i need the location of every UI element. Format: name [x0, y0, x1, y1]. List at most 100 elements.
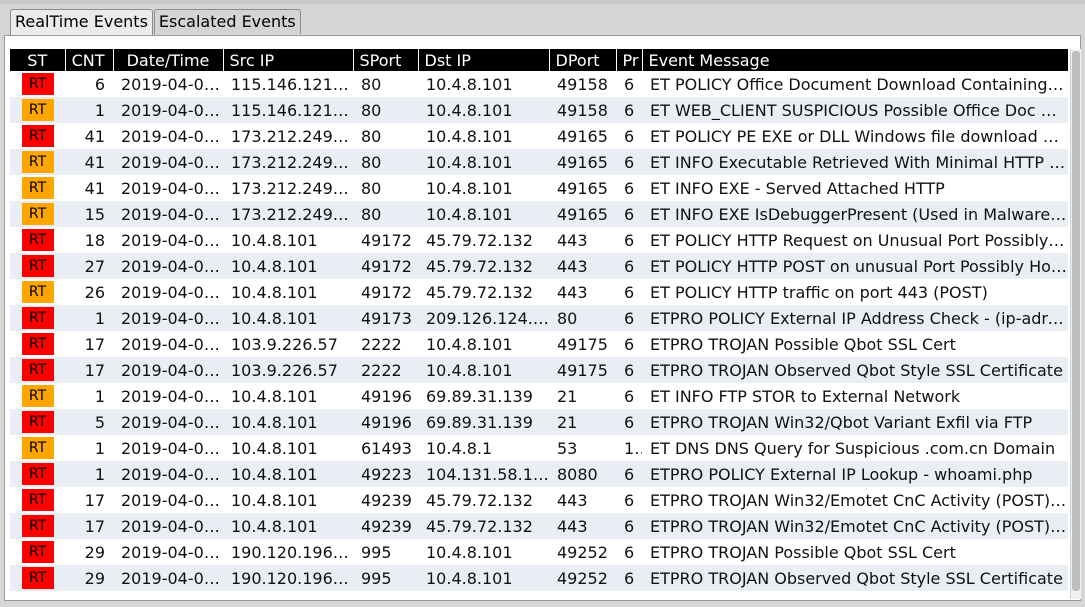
column-header-pr[interactable]: Pr — [616, 49, 643, 71]
row-dport: 80 — [549, 305, 616, 331]
table-row[interactable]: RT 15 2019-04-08... 173.212.249.44 80 10.4.8.… — [10, 201, 1068, 227]
row-src-ip: 10.4.8.101 — [231, 230, 318, 250]
column-header-src-ip[interactable]: Src IP — [223, 49, 354, 71]
tab-escalated-events[interactable]: Escalated Events — [153, 9, 301, 34]
table-row[interactable]: RT 12019-04-08...115.146.121.1748010.4.8.… — [10, 97, 1068, 123]
table-row[interactable]: RT 26 2019-04-08... 10.4.8.101 49172 45.79.72… — [10, 279, 1068, 305]
status-badge: RT — [21, 307, 54, 329]
row-datetime: 2019-04-08... — [121, 126, 223, 146]
table-row[interactable]: RT 17 2019-04-08... 10.4.8.101 49239 45.79.72… — [10, 513, 1068, 539]
table-row[interactable]: RT 18 2019-04-08... 10.4.8.101 49172 45.79.72… — [10, 227, 1068, 253]
row-src-ip: 10.4.8.101 — [231, 438, 318, 458]
row-count: 6 — [94, 74, 105, 94]
row-dst-ip: 10.4.8.101 — [426, 74, 513, 94]
row-datetime: 2019-04-08... — [121, 230, 223, 250]
row-event-message: ET POLICY HTTP traffic on port 443 (POST… — [650, 282, 988, 302]
row-count: 41 — [65, 149, 113, 175]
row-protocol: 6 — [624, 230, 635, 250]
column-header-event-message[interactable]: Event Message — [642, 49, 1068, 71]
table-row[interactable]: RT 41 2019-04-08... 173.212.249.44 80 10.4.8.… — [10, 149, 1068, 175]
row-sport: 49173 — [353, 305, 418, 331]
row-protocol: 6 — [624, 282, 635, 302]
row-src-ip: 173.212.249.44 — [223, 201, 353, 227]
table-row[interactable]: RT 1 2019-04-08... 10.4.8.101 49223 104.131.5… — [10, 461, 1068, 487]
row-sport: 80 — [353, 149, 418, 175]
row-dport: 443 — [549, 513, 616, 539]
table-row[interactable]: RT 1 2019-04-08... 10.4.8.101 49196 69.89.31.… — [10, 383, 1068, 409]
row-protocol: 6 — [616, 461, 642, 487]
row-dport: 49158 — [557, 74, 608, 94]
row-event-message: ETPRO TROJAN Win32/Qbot Variant Exfil vi… — [642, 409, 1068, 435]
table-row[interactable]: RT 27 2019-04-08... 10.4.8.101 49172 45.79.72… — [10, 253, 1068, 279]
row-src-ip: 173.212.249.44 — [223, 149, 353, 175]
row-event-message: ET DNS DNS Query for Suspicious .com.cn … — [650, 438, 1056, 458]
row-count: 41 — [84, 126, 105, 146]
row-sport: 2222 — [353, 357, 418, 383]
table-row[interactable]: RT 1 2019-04-08... 10.4.8.101 61493 10.4.8.1 5… — [10, 435, 1068, 461]
column-header-dst-ip[interactable]: Dst IP — [418, 49, 550, 71]
status-badge: RT — [21, 151, 54, 173]
column-header-st[interactable]: ST — [10, 49, 66, 71]
row-status-cell: RT — [10, 305, 65, 331]
events-pane: ST CNT Date/Time Src IP SPort Dst IP DPo… — [4, 35, 1081, 601]
row-src-ip: 10.4.8.101 — [223, 513, 353, 539]
row-datetime: 2019-04-08... — [113, 201, 223, 227]
table-row[interactable]: RT 6 2019-04-08... 115.146.121.174 80 10.4.8.… — [10, 71, 1068, 97]
row-dst-ip: 10.4.8.101 — [418, 565, 549, 591]
table-row[interactable]: RT 41 2019-04-08... 173.212.249.44 80 10.4.8.… — [10, 123, 1068, 149]
row-datetime: 2019-04-08... — [113, 513, 223, 539]
row-count: 26 — [84, 282, 105, 302]
row-src-ip: 190.120.196.18 — [231, 542, 353, 562]
row-count: 1 — [94, 438, 105, 458]
row-status-cell: RT — [10, 513, 65, 539]
row-event-message: ETPRO TROJAN Win32/Emotet CnC Activity (… — [642, 513, 1068, 539]
row-event-message: ETPRO TROJAN Possible Qbot SSL Cert — [650, 334, 956, 354]
row-dport: 49165 — [549, 201, 616, 227]
row-count: 41 — [84, 178, 105, 198]
row-dport: 49158 — [549, 97, 616, 123]
tab-bar: RealTime Events Escalated Events — [10, 9, 302, 35]
status-badge: RT — [21, 463, 54, 485]
table-row[interactable]: RT 17 2019-04-08... 103.9.226.57 2222 10.4.8.… — [10, 331, 1068, 357]
row-datetime: 2019-04-08... — [113, 97, 223, 123]
table-row[interactable]: RT 5 2019-04-08... 10.4.8.101 49196 69.89.31.… — [10, 409, 1068, 435]
row-protocol: 6 — [624, 386, 635, 406]
vertical-scrollbar[interactable] — [1070, 49, 1081, 599]
row-dst-ip: 10.4.8.101 — [426, 178, 513, 198]
row-sport: 80 — [361, 178, 382, 198]
column-header-datetime[interactable]: Date/Time — [113, 49, 224, 71]
table-row[interactable]: RT 17 2019-04-08... 103.9.226.57 2222 10.4.8.… — [10, 357, 1068, 383]
row-status-cell: RT — [10, 279, 65, 305]
column-header-sport[interactable]: SPort — [353, 49, 419, 71]
table-row[interactable]: RT 1 2019-04-08... 10.4.8.101 49173 209.126.1… — [10, 305, 1068, 331]
row-dst-ip: 10.4.8.101 — [418, 149, 549, 175]
row-event-message: ETPRO TROJAN Observed Qbot Style SSL Cer… — [642, 565, 1068, 591]
row-dst-ip: 10.4.8.1 — [426, 438, 493, 458]
row-status-cell: RT — [10, 565, 65, 591]
row-src-ip: 10.4.8.101 — [231, 490, 318, 510]
table-row[interactable]: RT 17 2019-04-08... 10.4.8.101 49239 45.79.72… — [10, 487, 1068, 513]
row-dst-ip: 45.79.72.132 — [426, 230, 533, 250]
row-count: 17 — [65, 357, 113, 383]
row-event-message: ET INFO Executable Retrieved With Minima… — [642, 149, 1068, 175]
row-datetime: 2019-04-08... — [121, 438, 223, 458]
row-status-cell: RT — [10, 461, 65, 487]
row-dst-ip: 10.4.8.101 — [426, 542, 513, 562]
table-row[interactable]: RT 41 2019-04-08... 173.212.249.44 80 10.4.8.… — [10, 175, 1068, 201]
row-event-message: ETPRO TROJAN Possible Qbot SSL Cert — [650, 542, 956, 562]
row-event-message: ET POLICY HTTP POST on unusual Port Poss… — [642, 253, 1068, 279]
status-badge: RT — [21, 73, 54, 95]
scrollbar-thumb[interactable] — [1072, 51, 1080, 591]
row-protocol: 6 — [616, 409, 642, 435]
row-dport: 443 — [557, 282, 588, 302]
tab-realtime-events[interactable]: RealTime Events — [10, 9, 153, 35]
table-row[interactable]: RT 29 2019-04-08... 190.120.196.18 995 10.4.8… — [10, 539, 1068, 565]
row-datetime: 2019-04-08... — [121, 282, 223, 302]
table-row[interactable]: RT 29 2019-04-08... 190.120.196.18 995 10.4.8… — [10, 565, 1068, 591]
column-header-dport[interactable]: DPort — [549, 49, 617, 71]
column-header-cnt[interactable]: CNT — [65, 49, 114, 71]
row-protocol: 6 — [616, 357, 642, 383]
row-sport: 80 — [361, 74, 382, 94]
row-count: 17 — [84, 490, 105, 510]
row-dst-ip: 45.79.72.132 — [418, 253, 549, 279]
